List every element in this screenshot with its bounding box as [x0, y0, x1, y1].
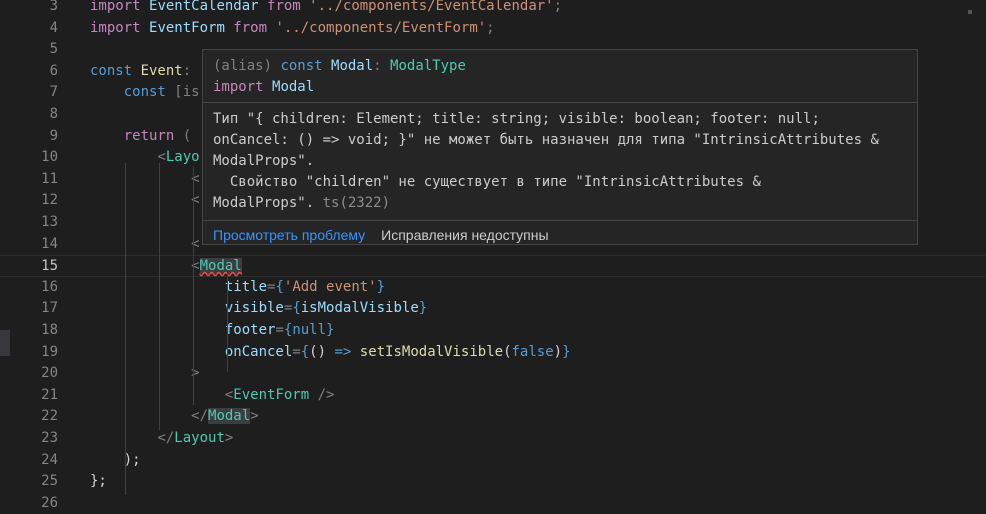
code-line[interactable]: 16 title={'Add event'}: [0, 277, 986, 299]
code-line[interactable]: 20 >: [0, 363, 986, 385]
error-message: Тип "{ children: Element; title: string;…: [203, 103, 917, 221]
code-line[interactable]: 18 footer={null}: [0, 320, 986, 342]
line-number: 6: [49, 62, 58, 79]
code-text[interactable]: const [is: [90, 82, 200, 104]
indent-guide: [125, 163, 126, 495]
line-number: 16: [41, 278, 58, 295]
code-line[interactable]: 24 );: [0, 450, 986, 472]
line-number: 9: [49, 127, 58, 144]
code-text[interactable]: visible={isModalVisible}: [90, 298, 427, 320]
line-number: 15: [41, 258, 58, 275]
code-line[interactable]: 15 <Modal: [0, 255, 986, 277]
no-fixes-label: Исправления недоступны: [381, 227, 549, 243]
line-number: 5: [49, 41, 58, 58]
code-text[interactable]: <: [90, 169, 199, 191]
code-text[interactable]: return (: [90, 126, 191, 148]
line-number: 8: [49, 106, 58, 122]
code-text[interactable]: title={'Add event'}: [90, 277, 385, 299]
hover-actions: Просмотреть проблему Исправления недоступ…: [203, 221, 917, 249]
signature-line-2: import Modal: [213, 79, 315, 95]
hover-signature: (alias) const Modal: ModalType import Mo…: [203, 50, 917, 103]
line-number: 17: [41, 300, 58, 317]
line-number: 14: [41, 235, 58, 252]
line-number: 13: [41, 214, 58, 230]
line-number: 4: [49, 19, 58, 36]
error-line-5: ModalProps". ts(2322): [213, 195, 391, 211]
code-line[interactable]: 25};: [0, 471, 986, 493]
line-number: 12: [41, 192, 58, 209]
code-text[interactable]: <: [90, 190, 199, 212]
view-problem-link[interactable]: Просмотреть проблему: [213, 227, 365, 243]
code-text[interactable]: </Layout>: [90, 428, 233, 450]
line-number: 21: [41, 386, 58, 403]
code-text[interactable]: );: [90, 450, 141, 472]
line-number: 18: [41, 322, 58, 338]
code-text[interactable]: <Layo: [90, 147, 199, 169]
line-number: 23: [41, 430, 58, 446]
line-number: 25: [41, 473, 58, 490]
error-line-2: onCancel: () => void; }" не может быть н…: [213, 132, 879, 148]
indent-guide: [193, 167, 194, 405]
code-line[interactable]: 4 import EventForm from '../components/Ev…: [0, 18, 986, 40]
signature-line-1: (alias) const Modal: ModalType: [213, 58, 466, 74]
code-text[interactable]: >: [90, 363, 199, 385]
code-line[interactable]: 19 onCancel={() => setIsModalVisible(fal…: [0, 342, 986, 364]
code-text[interactable]: onCancel={() => setIsModalVisible(false)…: [90, 342, 571, 364]
line-number: 10: [41, 149, 58, 166]
error-line-4: Свойство "children" не существует в типе…: [213, 174, 761, 190]
line-number: 20: [41, 365, 58, 382]
code-text[interactable]: <EventForm />: [90, 385, 335, 407]
code-line[interactable]: 23 </Layout>: [0, 428, 986, 450]
hover-tooltip: (alias) const Modal: ModalType import Mo…: [202, 49, 918, 245]
code-line[interactable]: 22 </Modal>: [0, 406, 986, 428]
code-text[interactable]: <Modal: [90, 256, 242, 278]
code-text[interactable]: const Event:: [90, 61, 191, 83]
line-number: 3: [49, 0, 58, 14]
code-text[interactable]: import EventForm from '../components/Eve…: [90, 18, 495, 40]
code-text[interactable]: };: [90, 471, 107, 493]
indent-guide: [159, 163, 160, 430]
line-number: 26: [41, 494, 58, 511]
code-line[interactable]: 21 <EventForm />: [0, 385, 986, 407]
ts-error-code: ts(2322): [322, 195, 391, 211]
code-text[interactable]: <: [90, 234, 199, 256]
code-text[interactable]: import EventCalendar from '../components…: [90, 0, 562, 18]
code-line[interactable]: 26: [0, 493, 986, 514]
code-line[interactable]: 17 visible={isModalVisible}: [0, 298, 986, 320]
error-line-1: Тип "{ children: Element; title: string;…: [213, 111, 820, 127]
indent-guide: [227, 272, 228, 372]
line-number: 22: [41, 408, 58, 425]
line-number: 11: [41, 170, 58, 187]
line-number: 24: [41, 451, 58, 468]
code-line[interactable]: 3 import EventCalendar from '../component…: [0, 0, 986, 18]
code-text[interactable]: footer={null}: [90, 320, 335, 342]
line-number: 19: [41, 343, 58, 360]
code-text[interactable]: </Modal>: [90, 406, 259, 428]
line-number: 7: [49, 84, 58, 101]
error-line-3: ModalProps".: [213, 153, 315, 169]
